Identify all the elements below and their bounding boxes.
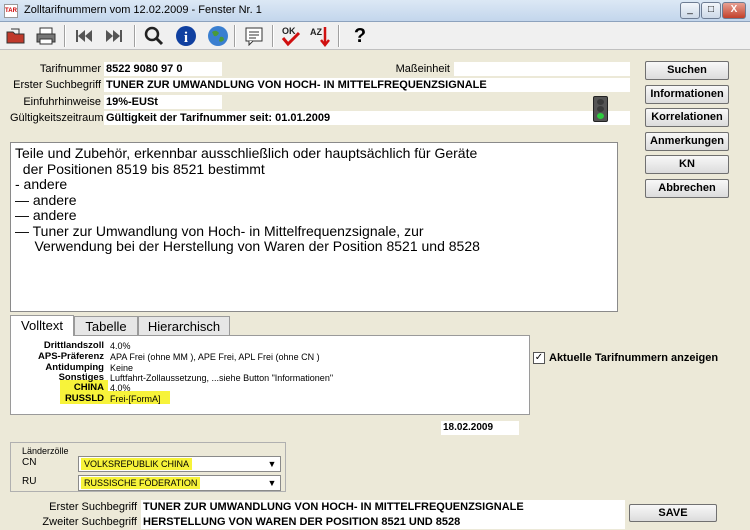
einfuhrhinweise-field[interactable]: 19%-EUSt: [104, 95, 222, 109]
toolbar-separator: [134, 25, 136, 47]
toolbar-separator: [234, 25, 236, 47]
toolbar: i OK AZ ?: [0, 22, 750, 50]
previous-icon[interactable]: [70, 24, 98, 48]
zweiter-suchbegriff-label: Zweiter Suchbegriff: [42, 516, 137, 528]
ok-check-icon[interactable]: OK: [277, 24, 305, 48]
suchbegriff-field[interactable]: TUNER ZUR UMWANDLUNG VON HOCH- IN MITTEL…: [104, 78, 630, 92]
erster-suchbegriff-field[interactable]: TUNER ZUR UMWANDLUNG VON HOCH- IN MITTEL…: [141, 500, 625, 515]
description-line: Teile und Zubehör, erkennbar ausschließl…: [15, 145, 478, 161]
sonstiges-value: Luftfahrt-Zollaussetzung, ...siehe Butto…: [110, 373, 334, 383]
open-folder-icon[interactable]: [2, 24, 30, 48]
kn-button[interactable]: KN: [645, 155, 729, 174]
globe-icon[interactable]: [204, 24, 232, 48]
toolbar-separator: [272, 25, 274, 47]
minimize-button[interactable]: _: [680, 2, 700, 19]
country-select-cn-value: VOLKSREPUBLIK CHINA: [81, 458, 193, 470]
tab-volltext[interactable]: Volltext: [10, 315, 74, 336]
anmerkungen-button[interactable]: Anmerkungen: [645, 132, 729, 151]
az-text: AZ: [310, 27, 322, 37]
window-title: Zolltarifnummern vom 12.02.2009 - Fenste…: [24, 4, 262, 16]
svg-text:i: i: [184, 30, 188, 46]
description-textarea[interactable]: Teile und Zubehör, erkennbar ausschließl…: [10, 142, 618, 312]
search-icon[interactable]: [140, 24, 168, 48]
masseinheit-field[interactable]: [454, 62, 630, 76]
chevron-down-icon[interactable]: ▼: [266, 458, 278, 470]
description-line: der Positionen 8519 bis 8521 bestimmt: [15, 160, 265, 177]
description-line: — andere: [15, 207, 77, 223]
country-code-cn: CN: [22, 457, 37, 468]
country-code-ru: RU: [22, 476, 37, 487]
russld-value: Frei-[FormA]: [110, 394, 161, 404]
zweiter-suchbegriff-field[interactable]: HERSTELLUNG VON WAREN DER POSITION 8521 …: [141, 515, 625, 529]
aps-praeferenz-label: APS-Präferenz: [38, 351, 104, 362]
tab-tabelle[interactable]: Tabelle: [74, 316, 138, 336]
notes-icon[interactable]: [240, 24, 268, 48]
aktuelle-tarifnummern-label: Aktuelle Tarifnummern anzeigen: [549, 352, 719, 364]
tab-hierarchisch[interactable]: Hierarchisch: [138, 316, 230, 336]
aktuelle-tarifnummern-checkbox[interactable]: ✓: [533, 352, 545, 364]
country-select-ru[interactable]: RUSSISCHE FÖDERATION ▼: [78, 475, 281, 491]
suchbegriff-label: Erster Suchbegriff: [13, 79, 101, 91]
tarifnummer-label: Tarifnummer: [39, 63, 101, 75]
country-select-cn[interactable]: VOLKSREPUBLIK CHINA ▼: [78, 456, 281, 472]
masseinheit-label: Maßeinheit: [395, 63, 450, 75]
next-icon[interactable]: [100, 24, 128, 48]
description-line: - andere: [15, 176, 68, 192]
einfuhrhinweise-label: Einfuhrhinweise: [23, 96, 101, 108]
printer-icon[interactable]: [32, 24, 60, 48]
laenderzoelle-label: Länderzölle: [20, 446, 71, 456]
korrelationen-button[interactable]: Korrelationen: [645, 108, 729, 127]
description-line: — andere: [15, 191, 77, 208]
country-select-ru-value: RUSSISCHE FÖDERATION: [81, 477, 201, 489]
save-button[interactable]: SAVE: [629, 504, 717, 522]
china-label: CHINA: [73, 382, 104, 393]
close-button[interactable]: X: [722, 2, 746, 19]
sort-az-icon[interactable]: AZ: [306, 24, 334, 48]
chevron-down-icon[interactable]: ▼: [266, 477, 278, 489]
gueltigkeit-field[interactable]: Gültigkeit der Tarifnummer seit: 01.01.2…: [104, 111, 630, 125]
traffic-light-icon: [593, 96, 608, 122]
antidumping-value: Keine: [110, 363, 134, 373]
description-line: Verwendung bei der Herstellung von Waren…: [15, 238, 480, 254]
description-line: — Tuner zur Umwandlung von Hoch- in Mitt…: [15, 222, 424, 239]
app-icon: TAR: [4, 4, 18, 18]
china-value: 4.0%: [110, 383, 131, 393]
informationen-button[interactable]: Informationen: [645, 85, 729, 104]
abbrechen-button[interactable]: Abbrechen: [645, 179, 729, 198]
info-icon[interactable]: i: [172, 24, 200, 48]
tarifnummer-field[interactable]: 8522 9080 97 0: [104, 62, 222, 76]
gueltigkeit-label: Gültigkeitszeitraum: [10, 112, 104, 124]
suchen-button[interactable]: Suchen: [645, 61, 729, 80]
russld-label: RUSSLD: [64, 393, 104, 404]
drittlandszoll-value: 4.0%: [110, 341, 131, 351]
date-field[interactable]: 18.02.2009: [441, 421, 519, 435]
ok-text: OK: [282, 26, 296, 36]
help-icon[interactable]: ?: [346, 24, 374, 48]
erster-suchbegriff-label: Erster Suchbegriff: [49, 501, 137, 513]
maximize-button[interactable]: □: [701, 2, 721, 19]
drittlandszoll-label: Drittlandszoll: [43, 340, 104, 351]
aps-praeferenz-value: APA Frei (ohne MM ), APE Frei, APL Frei …: [110, 352, 320, 362]
title-bar: TAR Zolltarifnummern vom 12.02.2009 - Fe…: [0, 0, 750, 22]
toolbar-separator: [64, 25, 66, 47]
toolbar-separator: [338, 25, 340, 47]
